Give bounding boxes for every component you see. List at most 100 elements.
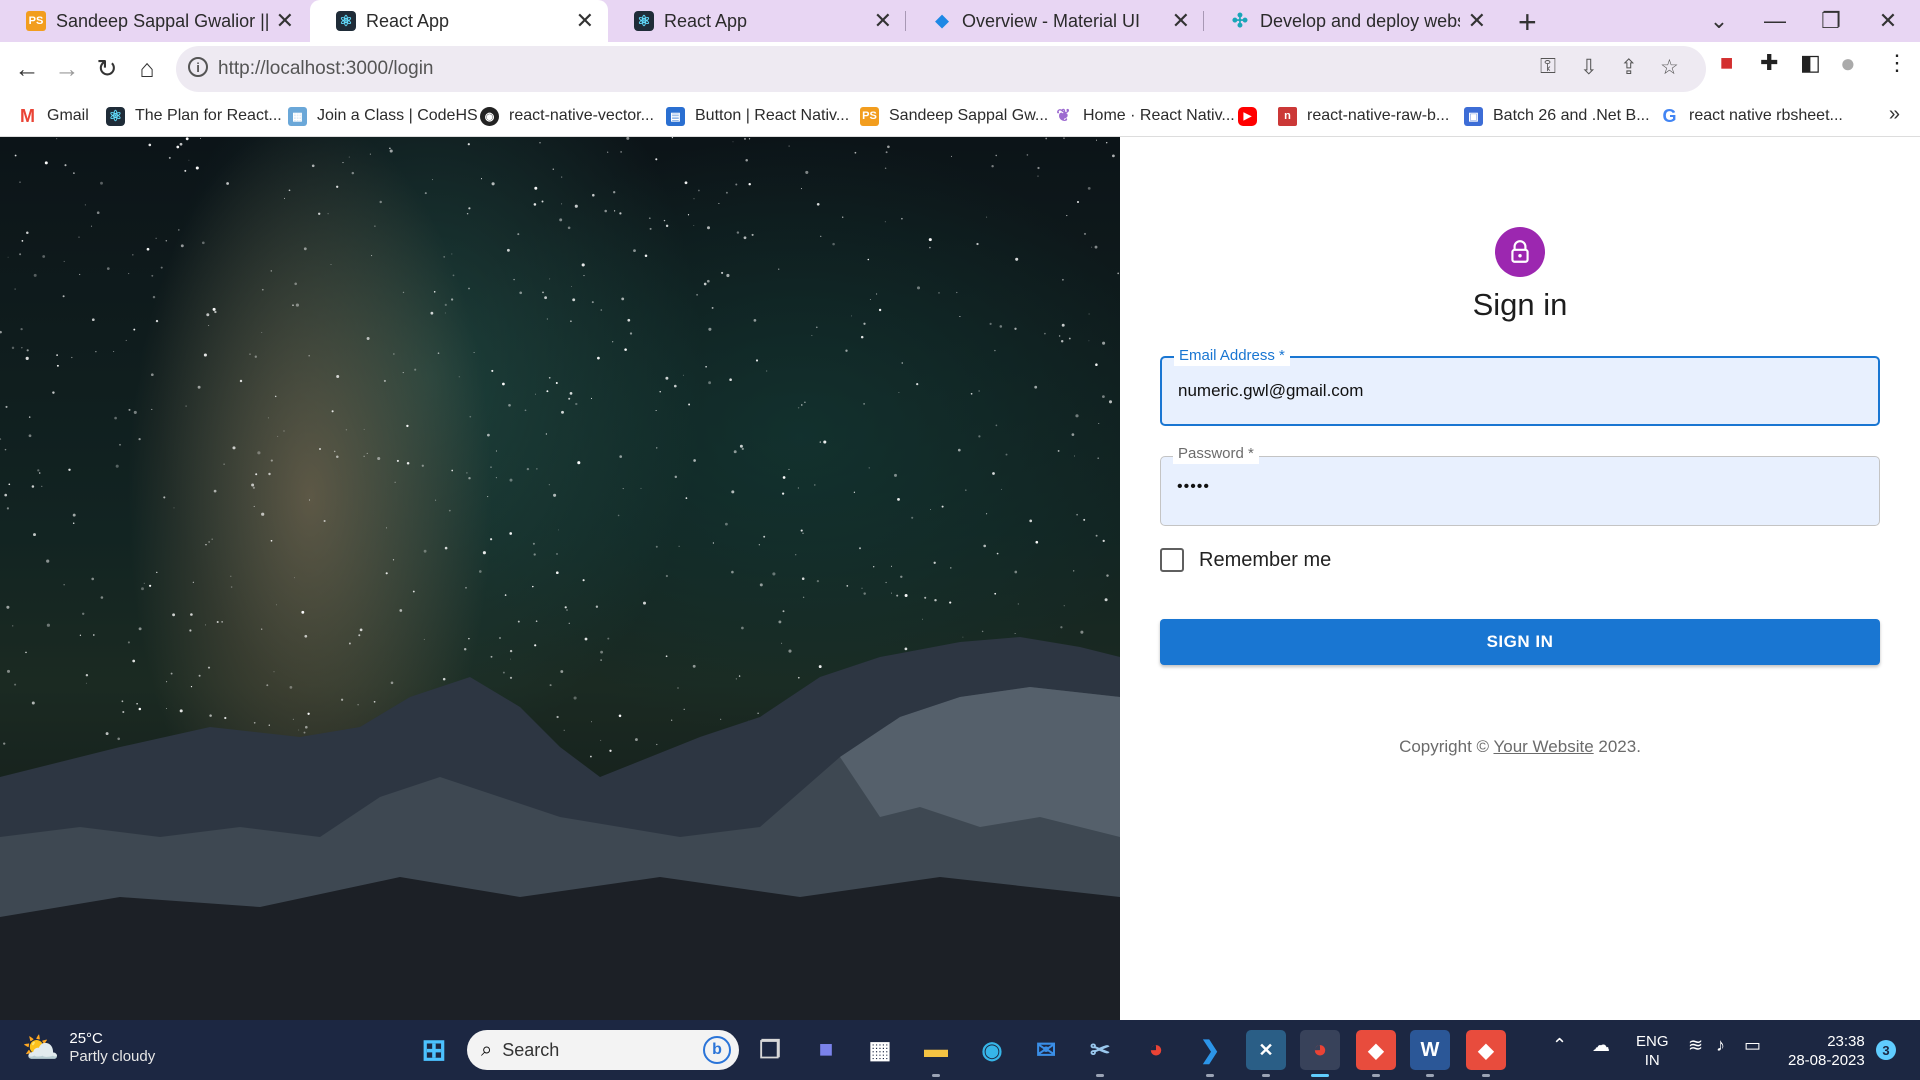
more-bookmarks-icon[interactable]: »	[1889, 103, 1900, 126]
star	[394, 481, 396, 483]
email-input[interactable]: numeric.gwl@gmail.com	[1178, 381, 1363, 401]
file-explorer-icon[interactable]: ▬	[916, 1030, 956, 1070]
show-hidden-icons-icon[interactable]: ⌃	[1552, 1035, 1567, 1056]
wifi-icon[interactable]: ≋	[1688, 1035, 1703, 1056]
tab-sandeep-sappal[interactable]: PS Sandeep Sappal Gwalior || Best S ✕	[0, 0, 308, 42]
chrome-profile-icon[interactable]: ◕	[1300, 1030, 1340, 1070]
star	[533, 203, 537, 206]
star	[597, 356, 600, 360]
star	[743, 236, 747, 240]
password-key-icon[interactable]: ⚿	[1540, 55, 1556, 79]
chrome-icon[interactable]: ◕	[1136, 1030, 1176, 1070]
notification-badge[interactable]: 3	[1876, 1040, 1896, 1060]
start-icon[interactable]: ⊞	[414, 1030, 454, 1070]
bookmark-star-icon[interactable]: ☆	[1660, 55, 1679, 80]
star	[1075, 414, 1079, 418]
bookmark-button-react-native[interactable]: ▤ Button | React Nativ...	[666, 103, 849, 129]
tab-react-app[interactable]: ⚛ React App ✕	[608, 0, 906, 42]
profile-avatar-icon[interactable]: ●	[1840, 48, 1856, 79]
star	[781, 492, 785, 495]
edge-icon[interactable]: ◉	[972, 1030, 1012, 1070]
sql-server-icon[interactable]: ✕	[1246, 1030, 1286, 1070]
active-window-indicator	[1311, 1074, 1329, 1077]
language-indicator[interactable]: ENG IN	[1636, 1032, 1669, 1070]
extension-icon[interactable]: ■	[1720, 50, 1733, 76]
star	[95, 351, 97, 353]
weather-widget[interactable]: ⛅ 25°C Partly cloudy	[22, 1030, 155, 1066]
forward-icon[interactable]: →	[48, 50, 86, 88]
anydesk-icon-2[interactable]: ◆	[1466, 1030, 1506, 1070]
minimize-icon[interactable]: —	[1747, 0, 1803, 42]
star	[21, 240, 24, 242]
extensions-puzzle-icon[interactable]: ✚	[1760, 50, 1778, 76]
vscode-icon[interactable]: ❯	[1190, 1030, 1230, 1070]
url-text[interactable]: http://localhost:3000/login	[218, 58, 434, 80]
tab-react-app-active[interactable]: ⚛ React App ✕	[310, 0, 608, 42]
star	[644, 254, 648, 257]
star	[992, 472, 995, 475]
close-window-icon[interactable]: ✕	[1860, 0, 1916, 42]
password-input[interactable]: •••••	[1177, 478, 1210, 496]
remember-me-row[interactable]: Remember me	[1160, 548, 1331, 572]
star	[26, 349, 29, 352]
star	[3, 742, 6, 745]
bookmark-batch-26[interactable]: ▣ Batch 26 and .Net B...	[1464, 103, 1650, 129]
task-view-icon[interactable]: ❐	[750, 1030, 790, 1070]
star	[758, 544, 760, 546]
home-icon[interactable]: ⌂	[128, 50, 166, 88]
anydesk-icon[interactable]: ◆	[1356, 1030, 1396, 1070]
password-field[interactable]: Password * •••••	[1160, 444, 1880, 526]
microsoft-store-icon[interactable]: ▦	[860, 1030, 900, 1070]
side-panel-icon[interactable]: ◧	[1800, 50, 1821, 76]
close-tab-icon[interactable]: ✕	[874, 8, 892, 34]
back-icon[interactable]: ←	[8, 50, 46, 88]
bookmark-react-native-paper[interactable]: ❦ Home · React Nativ...	[1054, 103, 1234, 129]
close-tab-icon[interactable]: ✕	[1172, 8, 1190, 34]
restore-icon[interactable]: ❐	[1803, 0, 1859, 42]
close-tab-icon[interactable]: ✕	[576, 8, 594, 34]
star	[1017, 603, 1019, 605]
system-clock[interactable]: 23:38 28-08-2023	[1788, 1032, 1865, 1070]
share-icon[interactable]: ⇪	[1620, 55, 1638, 80]
teams-chat-icon[interactable]: ■	[806, 1030, 846, 1070]
onedrive-icon[interactable]: ☁	[1592, 1035, 1610, 1056]
site-info-icon[interactable]: i	[188, 57, 208, 77]
mail-icon[interactable]: ✉	[1026, 1030, 1066, 1070]
star	[846, 585, 849, 587]
close-tab-icon[interactable]: ✕	[276, 8, 294, 34]
star	[556, 715, 559, 719]
remember-me-checkbox[interactable]	[1160, 548, 1184, 572]
your-website-link[interactable]: Your Website	[1493, 737, 1593, 756]
tab-netlify[interactable]: ✣ Develop and deploy websites and ✕	[1204, 0, 1500, 42]
volume-icon[interactable]: ♪	[1716, 1035, 1725, 1056]
tab-material-ui[interactable]: ◆ Overview - Material UI ✕	[906, 0, 1204, 42]
new-tab-icon[interactable]: +	[1518, 4, 1537, 41]
email-field[interactable]: Email Address * numeric.gwl@gmail.com	[1160, 346, 1880, 426]
snipping-tool-icon[interactable]: ✂	[1080, 1030, 1120, 1070]
taskbar-search[interactable]: ⌕ Search b	[467, 1030, 739, 1070]
tab-search-icon[interactable]: ⌄	[1691, 0, 1747, 42]
word-icon[interactable]: W	[1410, 1030, 1450, 1070]
bookmark-react-native-vector[interactable]: ◉ react-native-vector...	[480, 103, 654, 129]
star	[732, 141, 734, 143]
bookmark-react-native-raw-bottom-sheet[interactable]: n react-native-raw-b...	[1278, 103, 1449, 129]
star	[731, 570, 734, 574]
bookmark-gmail[interactable]: M Gmail	[18, 103, 89, 129]
star	[192, 581, 194, 583]
install-app-icon[interactable]: ⇩	[1580, 55, 1598, 80]
bookmark-plan-for-react[interactable]: ⚛ The Plan for React...	[106, 103, 282, 129]
address-bar[interactable]: i http://localhost:3000/login ⚿ ⇩ ⇪ ☆	[176, 46, 1706, 92]
star	[904, 594, 908, 597]
reload-icon[interactable]: ↻	[88, 50, 126, 88]
star	[406, 462, 410, 465]
close-tab-icon[interactable]: ✕	[1468, 8, 1486, 34]
bing-icon[interactable]: b	[703, 1036, 731, 1064]
bookmark-codehs[interactable]: ▦ Join a Class | CodeHS	[288, 103, 478, 129]
battery-icon[interactable]: ▭	[1744, 1035, 1761, 1056]
sign-in-button[interactable]: SIGN IN	[1160, 619, 1880, 665]
bookmark-rbsheet[interactable]: G react native rbsheet...	[1660, 103, 1842, 129]
bookmark-youtube[interactable]: ▶	[1238, 103, 1267, 129]
menu-kebab-icon[interactable]: ⋮	[1886, 50, 1908, 76]
star	[845, 349, 848, 352]
bookmark-sandeep-sappal[interactable]: PS Sandeep Sappal Gw...	[860, 103, 1048, 129]
